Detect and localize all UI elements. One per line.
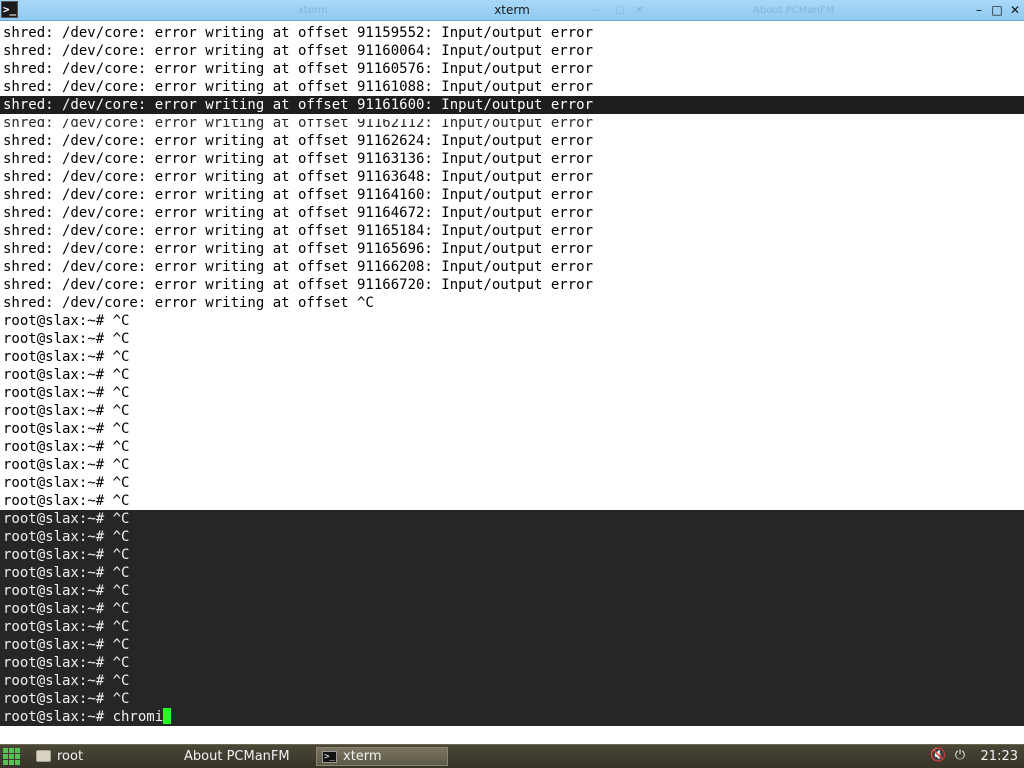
terminal-line: root@slax:~# ^C — [3, 439, 130, 455]
prompt-input-text: root@slax:~# chromi — [3, 709, 164, 725]
window-title: xterm — [494, 3, 530, 17]
terminal-line: root@slax:~# ^C — [3, 475, 130, 491]
terminal-line: shred: /dev/core: error writing at offse… — [3, 223, 594, 239]
terminal-line: shred: /dev/core: error writing at offse… — [3, 295, 374, 311]
desktop-screen: >_ xterm About PCManFM – □ ✕ xterm – □ ✕… — [0, 0, 1024, 768]
terminal-line: root@slax:~# ^C — [3, 403, 130, 419]
taskbar-item-label: root — [57, 749, 84, 764]
terminal-line: root@slax:~# ^C — [3, 367, 130, 383]
grid-icon-cell — [15, 748, 20, 753]
taskbar-item-label: About PCManFM — [184, 749, 290, 764]
folder-icon — [36, 750, 51, 762]
terminal-line: root@slax:~# ^C — [0, 564, 1024, 582]
terminal-line: root@slax:~# ^C — [3, 313, 130, 329]
terminal-line: root@slax:~# ^C — [3, 457, 130, 473]
terminal-line: root@slax:~# ^C — [0, 636, 1024, 654]
terminal-line: root@slax:~# ^C — [0, 600, 1024, 618]
start-menu-button[interactable] — [3, 748, 21, 766]
terminal-line: shred: /dev/core: error writing at offse… — [3, 43, 594, 59]
terminal-line: root@slax:~# ^C — [3, 349, 130, 365]
terminal-line: shred: /dev/core: error writing at offse… — [3, 151, 594, 167]
clock[interactable]: 21:23 — [981, 747, 1018, 766]
text-cursor — [163, 708, 172, 724]
terminal-output[interactable]: shred: /dev/core: error writing at offse… — [0, 24, 1024, 744]
taskbar: root About PCManFM >_ xterm 🔇 ⏻ 21:23 — [0, 744, 1024, 768]
power-icon[interactable]: ⏻ — [952, 748, 968, 764]
maximize-button[interactable]: □ — [988, 1, 1006, 19]
terminal-line: root@slax:~# ^C — [3, 331, 130, 347]
terminal-line: root@slax:~# ^C — [0, 528, 1024, 546]
grid-icon-cell — [15, 754, 20, 759]
terminal-line: root@slax:~# ^C — [0, 582, 1024, 600]
terminal-line: shred: /dev/core: error writing at offse… — [3, 169, 594, 185]
terminal-line: shred: /dev/core: error writing at offse… — [3, 25, 594, 41]
terminal-icon: >_ — [322, 751, 337, 763]
terminal-line: shred: /dev/core: error writing at offse… — [0, 96, 1024, 114]
terminal-line: root@slax:~# ^C — [0, 690, 1024, 708]
terminal-line: root@slax:~# ^C — [3, 421, 130, 437]
terminal-line: shred: /dev/core: error writing at offse… — [3, 79, 594, 95]
terminal-line: root@slax:~# ^C — [0, 654, 1024, 672]
terminal-line: root@slax:~# ^C — [0, 618, 1024, 636]
terminal-line: root@slax:~# ^C — [0, 672, 1024, 690]
grid-icon-cell — [3, 748, 8, 753]
terminal-line: shred: /dev/core: error writing at offse… — [3, 277, 594, 293]
grid-icon-cell — [3, 760, 8, 765]
terminal-prompt-line[interactable]: root@slax:~# chromi — [0, 708, 1024, 726]
terminal-line: shred: /dev/core: error writing at offse… — [3, 61, 594, 77]
grid-icon-cell — [15, 760, 20, 765]
terminal-line: shred: /dev/core: error writing at offse… — [3, 259, 594, 275]
terminal-line: shred: /dev/core: error writing at offse… — [3, 187, 594, 203]
taskbar-item-label: xterm — [343, 749, 382, 764]
minimize-button[interactable]: – — [970, 1, 988, 19]
terminal-line: shred: /dev/core: error writing at offse… — [3, 241, 594, 257]
close-button[interactable]: ✕ — [1006, 1, 1024, 19]
taskbar-item-about-pcmanfm[interactable]: About PCManFM — [158, 747, 308, 766]
terminal-line: root@slax:~# ^C — [0, 510, 1024, 528]
taskbar-item-xterm[interactable]: >_ xterm — [316, 747, 448, 766]
terminal-line: root@slax:~# ^C — [3, 493, 130, 509]
terminal-line: root@slax:~# ^C — [0, 546, 1024, 564]
grid-icon-cell — [3, 754, 8, 759]
terminal-line: shred: /dev/core: error writing at offse… — [3, 205, 594, 221]
taskbar-item-root[interactable]: root — [31, 747, 171, 766]
grid-icon-cell — [9, 760, 14, 765]
terminal-line: root@slax:~# ^C — [3, 385, 130, 401]
volume-muted-icon[interactable]: 🔇 — [930, 748, 946, 764]
window-titlebar[interactable]: >_ xterm About PCManFM – □ ✕ xterm – □ ✕ — [0, 0, 1024, 21]
terminal-line: shred: /dev/core: error writing at offse… — [0, 114, 1024, 132]
grid-icon-cell — [9, 754, 14, 759]
terminal-line: shred: /dev/core: error writing at offse… — [3, 133, 594, 149]
grid-icon-cell — [9, 748, 14, 753]
